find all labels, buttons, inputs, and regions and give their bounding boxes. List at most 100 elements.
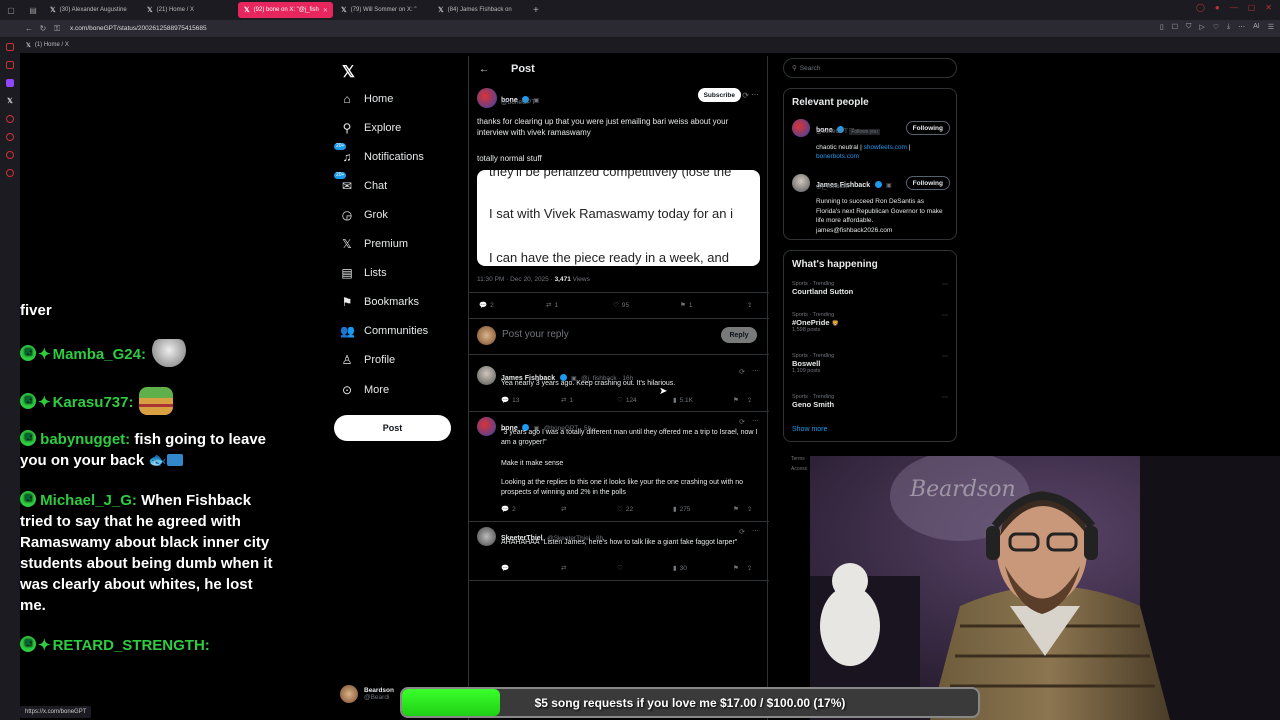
following-button[interactable]: Following [905,121,950,135]
heart-icon[interactable]: ♡ [1213,23,1219,31]
views-action[interactable]: ▮ 5.1K [673,396,733,405]
menu-icon[interactable]: ☰ [1268,23,1274,31]
play-icon[interactable]: ▷ [1199,23,1204,31]
grok-analyze-icon[interactable]: ⟳ [739,368,745,376]
repost-action[interactable]: ⇄ [561,564,617,572]
avatar[interactable] [477,88,497,108]
nav-item-lists[interactable]: ▤ Lists [340,263,386,283]
grok-analyze-icon[interactable]: ⟳ [739,528,745,536]
like-action[interactable]: ♡ [617,564,673,572]
ai-icon[interactable]: AI [1253,23,1260,31]
sidebar-app-icon[interactable] [6,43,14,51]
share-icon[interactable]: ⇪ [747,396,752,404]
bookmark-home[interactable]: (1) Home / X [35,42,69,48]
subscribe-button[interactable]: Subscribe [697,88,741,102]
reply-action[interactable]: 💬 [501,564,561,572]
reader-icon[interactable]: ☐ [1172,23,1178,31]
following-button[interactable]: Following [905,176,950,190]
nav-item-explore[interactable]: ⚲ Explore [340,118,402,138]
reply-action[interactable]: 💬 2 [501,505,561,514]
search-input[interactable]: ⚲ Search [783,58,957,78]
nav-item-bookmarks[interactable]: ⚑ Bookmarks [340,292,419,312]
trend-item[interactable]: Sports · Trending Geno Smith [792,394,834,409]
browser-tab-active[interactable]: 𝕏 (92) bone on X: "@j_fish ✕ [238,2,333,18]
bookmark-page-icon[interactable]: ▯ [1160,23,1164,31]
url-input[interactable]: x.com/boneGPT/status/2002612588975415685 [70,25,207,32]
reply-input[interactable]: Post your reply [502,329,569,340]
browser-tab[interactable]: 𝕏 (21) Home / X [141,2,236,18]
sidebar-app-icon[interactable] [6,151,14,159]
sidebar-app-icon[interactable] [6,169,14,177]
more-options-icon[interactable]: ⋯ [942,281,948,288]
bookmark-icon[interactable]: ⚑ [733,564,739,572]
show-more-link[interactable]: Show more [792,426,827,433]
more-options-icon[interactable]: ⋯ [752,417,759,425]
like-action[interactable]: ♡ 22 [617,505,673,514]
x-sidebar-icon[interactable]: 𝕏 [7,97,13,105]
like-action[interactable]: ♡ 124 [617,396,673,405]
footer-link[interactable]: Terms [791,456,805,462]
more-options-icon[interactable]: ⋯ [751,90,759,99]
nav-item-premium[interactable]: 𝕏 Premium [340,234,408,254]
nav-item-chat[interactable]: ✉ 20+ Chat [334,172,387,196]
grok-analyze-icon[interactable]: ⟳ [739,418,745,426]
footer-link[interactable]: Access [791,466,807,472]
trend-item[interactable]: Sports · Trending #OnePride 🦁 1,598 post… [792,312,839,333]
more-options-icon[interactable]: ⋯ [752,527,759,535]
x-logo-icon[interactable]: 𝕏 [342,62,355,82]
new-tab-icon[interactable]: + [533,5,539,16]
avatar[interactable] [792,119,810,137]
maximize-icon[interactable]: ▢ [1248,3,1256,12]
bio-link[interactable]: showfeets.com [864,144,907,151]
shield-icon[interactable]: ⛉ [1186,23,1191,31]
repost-action[interactable]: ⇄ 1 [561,396,617,405]
nav-item-communities[interactable]: 👥 Communities [340,321,428,341]
nav-item-home[interactable]: ⌂ Home [340,89,393,109]
site-info-icon[interactable]: ⚿ [50,24,64,34]
repost-action[interactable]: ⇄ 1 [546,301,613,310]
close-tab-icon[interactable]: ✕ [323,7,328,14]
close-window-icon[interactable]: ✕ [1265,3,1272,12]
avatar[interactable] [477,527,496,546]
minimize-icon[interactable]: — [1230,3,1238,12]
nav-item-notifications[interactable]: ♫ 20+ Notifications [334,143,424,167]
bookmark-icon[interactable]: ⚑ [733,396,739,404]
reload-icon[interactable]: ↻ [36,24,50,33]
repost-action[interactable]: ⇄ [561,505,617,513]
reply-action[interactable]: 💬 2 [479,301,546,310]
more-options-icon[interactable]: ⋯ [752,367,759,375]
more-options-icon[interactable]: ⋯ [942,312,948,319]
sidebar-app-icon[interactable] [6,133,14,141]
share-icon[interactable]: ⇪ [747,505,752,513]
trend-item[interactable]: Sports · Trending Boswell 1,109 posts [792,353,834,374]
sidebar-app-icon[interactable] [6,115,14,123]
avatar[interactable] [477,366,496,385]
nav-item-profile[interactable]: ♙ Profile [340,350,396,370]
bio-link[interactable]: bonerbots.com [816,153,859,160]
post-button[interactable]: Post [334,415,451,441]
grok-analyze-icon[interactable]: ⟳ [742,91,749,100]
bookmark-action[interactable]: ⚑ 1 [680,301,747,310]
bookmark-icon[interactable]: ⚑ [733,505,739,513]
trend-item[interactable]: Sports · Trending Courtland Sutton [792,281,853,296]
views-action[interactable]: ▮ 30 [673,564,733,573]
account-icon[interactable]: ● [1215,3,1220,12]
share-icon[interactable]: ⇪ [747,564,752,572]
sidebar-app-icon[interactable] [6,79,14,87]
sidebar-toggle-icon[interactable]: ▤ [22,0,44,20]
browser-tab[interactable]: 𝕏 (84) James Fishback on [432,2,527,18]
more-options-icon[interactable]: ⋯ [942,394,948,401]
download-icon[interactable]: ⤓ [1227,23,1230,31]
share-icon[interactable]: ⇪ [747,301,752,309]
browser-tab[interactable]: 𝕏 (79) Will Sommer on X: " [335,2,430,18]
browser-tab[interactable]: 𝕏 (30) Alexander Augustine [44,2,139,18]
post-image[interactable]: they'll be penalized competitively (lose… [477,170,760,266]
back-icon[interactable]: ← [22,24,36,33]
extension-icon[interactable]: ◯ [1196,3,1205,12]
like-action[interactable]: ♡ 95 [613,301,680,310]
back-arrow-icon[interactable]: ← [479,64,489,75]
nav-item-grok[interactable]: ◶ Grok [340,205,388,225]
more-options-icon[interactable]: ⋯ [942,353,948,360]
more-tools-icon[interactable]: ⋯ [1238,23,1245,31]
account-switcher[interactable]: Beardson @Beardi [340,685,394,703]
